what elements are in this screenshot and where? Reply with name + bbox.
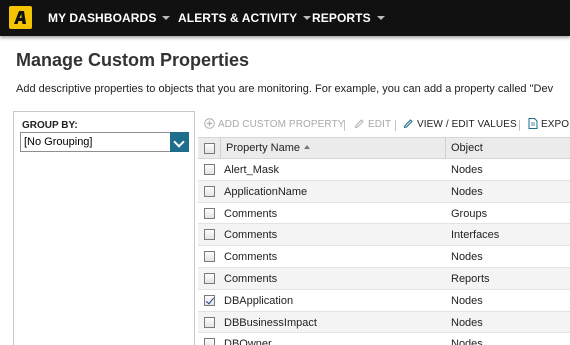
export-label: EXPO — [541, 119, 570, 130]
group-by-label: GROUP BY: — [22, 120, 78, 131]
group-by-value: [No Grouping] — [24, 136, 93, 148]
edit-label: EDIT — [368, 119, 392, 130]
table-row[interactable]: DBOwner Nodes — [198, 333, 570, 345]
custom-properties-grid: Property Name Object Alert_Mask Nodes Ap… — [198, 137, 570, 345]
toolbar-divider — [519, 120, 520, 131]
table-row[interactable]: Comments Nodes — [198, 246, 570, 268]
group-by-panel: GROUP BY: [No Grouping] — [13, 111, 195, 345]
grid-header: Property Name Object — [198, 137, 570, 159]
pencil-icon — [403, 119, 413, 129]
export-button[interactable]: EXPO — [528, 118, 569, 130]
column-header-property-name[interactable]: Property Name — [220, 138, 446, 158]
table-row[interactable]: Alert_Mask Nodes — [198, 159, 570, 181]
object-cell: Nodes — [451, 251, 483, 264]
property-name-cell: Alert_Mask — [224, 164, 280, 176]
add-custom-property-label: ADD CUSTOM PROPERTY — [218, 119, 345, 130]
group-by-select[interactable]: [No Grouping] — [20, 132, 189, 152]
object-cell: Interfaces — [451, 229, 500, 242]
add-custom-property-button[interactable]: ADD CUSTOM PROPERTY — [204, 118, 345, 130]
property-name-cell: Comments — [224, 207, 278, 220]
sort-ascending-icon — [303, 145, 310, 149]
chevron-down-icon — [376, 16, 385, 20]
nav-my-dashboards[interactable]: MY DASHBOARDS — [48, 11, 171, 25]
property-name-cell: DBBusinessImpact — [224, 316, 317, 329]
object-cell: Nodes — [451, 316, 483, 329]
chevron-down-icon — [303, 16, 312, 20]
object-cell: Reports — [451, 272, 490, 285]
page-description: Add descriptive properties to objects th… — [16, 83, 554, 95]
dropdown-toggle-icon[interactable] — [170, 132, 189, 152]
view-edit-values-label: VIEW / EDIT VALUES — [417, 119, 517, 130]
top-navigation-bar: MY DASHBOARDS ALERTS & ACTIVITY REPORTS — [0, 0, 570, 36]
logo-icon[interactable] — [9, 6, 32, 29]
property-name-cell: ApplicationName — [224, 185, 308, 198]
property-name-cell: DBOwner — [224, 338, 272, 345]
grid-toolbar: ADD CUSTOM PROPERTY EDIT VIEW / EDIT VAL… — [198, 114, 570, 136]
column-header-object-label: Object — [451, 142, 483, 154]
toolbar-divider — [344, 120, 345, 131]
document-icon — [528, 118, 538, 129]
nav-reports[interactable]: REPORTS — [312, 11, 385, 25]
property-name-cell: Comments — [224, 272, 278, 285]
object-cell: Nodes — [451, 164, 483, 176]
toolbar-divider — [395, 120, 396, 131]
table-row[interactable]: DBBusinessImpact Nodes — [198, 311, 570, 334]
add-icon — [204, 118, 215, 129]
pencil-icon — [354, 119, 364, 129]
page-title: Manage Custom Properties — [16, 50, 250, 70]
nav-reports-label: REPORTS — [312, 11, 371, 25]
nav-my-dashboards-label: MY DASHBOARDS — [48, 11, 157, 25]
edit-button[interactable]: EDIT — [354, 118, 391, 130]
table-row[interactable]: ApplicationName Nodes — [198, 180, 570, 203]
table-row[interactable]: Comments Groups — [198, 203, 570, 225]
object-cell: Nodes — [451, 338, 483, 345]
object-cell: Nodes — [451, 185, 483, 198]
table-row[interactable]: DBApplication Nodes — [198, 290, 570, 312]
object-cell: Groups — [451, 207, 488, 220]
table-row[interactable]: Comments Interfaces — [198, 224, 570, 247]
select-all-checkbox[interactable] — [204, 143, 215, 154]
table-row[interactable]: Comments Reports — [198, 267, 570, 290]
chevron-down-icon — [162, 16, 171, 20]
object-cell: Nodes — [451, 294, 483, 307]
column-header-property-name-label: Property Name — [226, 142, 300, 154]
nav-alerts-activity[interactable]: ALERTS & ACTIVITY — [178, 11, 312, 25]
column-header-object[interactable]: Object — [446, 138, 570, 158]
property-name-cell: Comments — [224, 229, 278, 242]
view-edit-values-button[interactable]: VIEW / EDIT VALUES — [403, 118, 517, 130]
select-all-cell — [198, 138, 220, 158]
property-name-cell: DBApplication — [224, 294, 294, 307]
nav-alerts-activity-label: ALERTS & ACTIVITY — [178, 11, 298, 25]
property-name-cell: Comments — [224, 251, 278, 264]
